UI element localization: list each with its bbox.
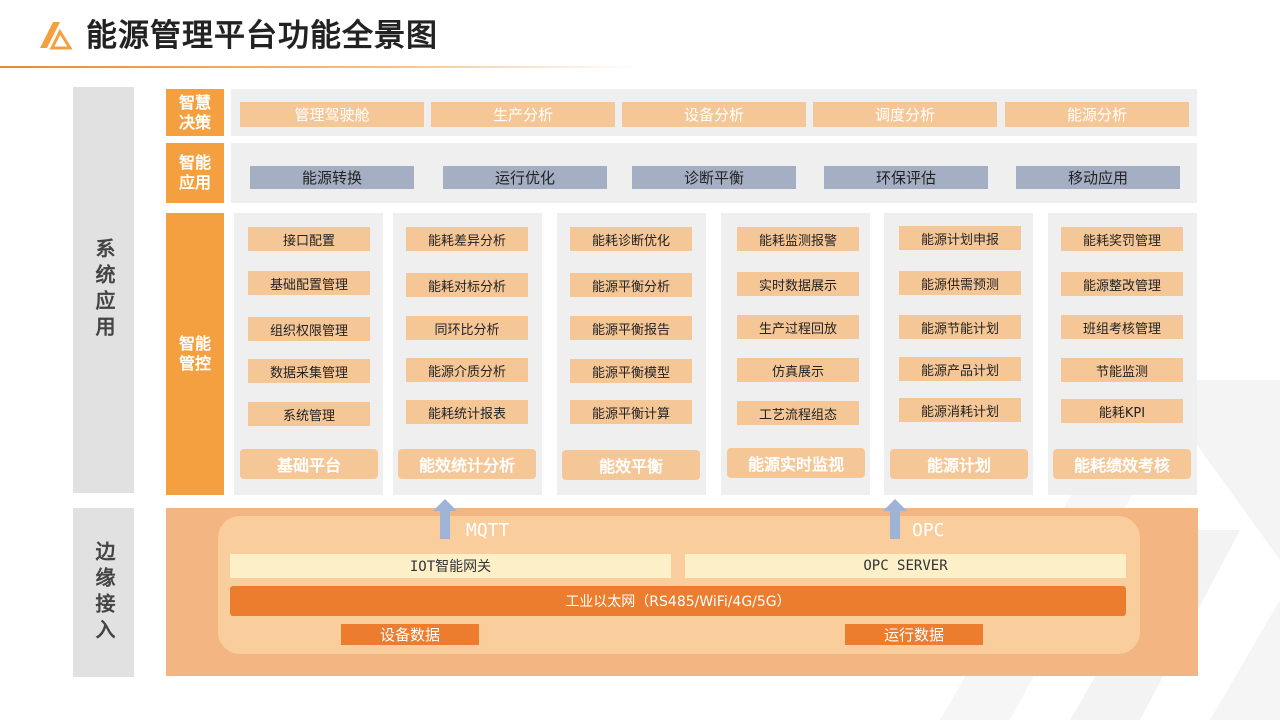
decision-chip-production[interactable]: 生产分析	[431, 102, 615, 127]
row-label-control: 智能管控	[166, 213, 224, 495]
column-0-item[interactable]: 系统管理	[248, 402, 370, 426]
column-3-item[interactable]: 实时数据展示	[737, 272, 859, 296]
logo-icon	[40, 22, 72, 50]
column-5-item[interactable]: 能耗奖罚管理	[1061, 227, 1183, 251]
column-1-item[interactable]: 同环比分析	[406, 316, 528, 340]
gateway-opc-server[interactable]: OPC SERVER	[685, 554, 1126, 578]
page-title: 能源管理平台功能全景图	[86, 18, 438, 54]
arrow-up-icon	[433, 499, 457, 539]
column-2-item[interactable]: 能源平衡报告	[570, 316, 692, 340]
column-4-item[interactable]: 能源消耗计划	[899, 398, 1021, 422]
side-label-edge-access-text: 边缘接入	[92, 540, 116, 645]
column-4-item[interactable]: 能源供需预测	[899, 271, 1021, 295]
column-2-item[interactable]: 能耗诊断优化	[570, 227, 692, 251]
column-5-item[interactable]: 能源整改管理	[1061, 272, 1183, 296]
header-divider	[0, 66, 640, 68]
column-5-item[interactable]: 班组考核管理	[1061, 315, 1183, 339]
column-2-title[interactable]: 能效平衡	[562, 450, 700, 480]
column-3-item[interactable]: 工艺流程组态	[737, 401, 859, 425]
protocol-label-mqtt: MQTT	[466, 520, 510, 541]
column-1-item[interactable]: 能耗对标分析	[406, 273, 528, 297]
side-label-system-app-text: 系统应用	[92, 238, 116, 342]
column-1-item[interactable]: 能源介质分析	[406, 358, 528, 382]
data-chip-equipment[interactable]: 设备数据	[341, 624, 479, 645]
decision-chip-cockpit[interactable]: 管理驾驶舱	[240, 102, 424, 127]
column-1-item[interactable]: 能耗统计报表	[406, 400, 528, 424]
column-2-item[interactable]: 能源平衡计算	[570, 400, 692, 424]
column-2-item[interactable]: 能源平衡模型	[570, 359, 692, 383]
column-5-item[interactable]: 能耗KPI	[1061, 399, 1183, 423]
column-0-item[interactable]: 基础配置管理	[248, 271, 370, 295]
side-label-system-app: 系统应用	[73, 87, 134, 493]
decision-chip-energy[interactable]: 能源分析	[1005, 102, 1189, 127]
column-3-title[interactable]: 能源实时监视	[727, 448, 865, 478]
app-chip-conversion[interactable]: 能源转换	[250, 166, 414, 189]
gateway-iot[interactable]: IOT智能网关	[230, 554, 671, 578]
column-0-item[interactable]: 接口配置	[248, 227, 370, 251]
column-1-title[interactable]: 能效统计分析	[398, 449, 536, 479]
industrial-ethernet-bar[interactable]: 工业以太网（RS485/WiFi/4G/5G）	[230, 586, 1126, 616]
decision-chip-dispatch[interactable]: 调度分析	[813, 102, 997, 127]
row-label-application: 智能应用	[166, 143, 224, 203]
column-4-item[interactable]: 能源节能计划	[899, 315, 1021, 339]
decision-chip-equipment[interactable]: 设备分析	[622, 102, 806, 127]
row-label-decision: 智慧决策	[166, 89, 224, 136]
column-3-item[interactable]: 能耗监测报警	[737, 227, 859, 251]
column-5-title[interactable]: 能耗绩效考核	[1053, 449, 1191, 479]
app-chip-environment[interactable]: 环保评估	[824, 166, 988, 189]
column-1-item[interactable]: 能耗差异分析	[406, 227, 528, 251]
column-0-item[interactable]: 组织权限管理	[248, 317, 370, 341]
column-4-title[interactable]: 能源计划	[890, 449, 1028, 479]
protocol-label-opc: OPC	[912, 520, 945, 541]
arrow-up-icon	[883, 499, 907, 539]
column-0-item[interactable]: 数据采集管理	[248, 359, 370, 383]
column-3-item[interactable]: 仿真展示	[737, 358, 859, 382]
column-0-title[interactable]: 基础平台	[240, 449, 378, 479]
column-3-item[interactable]: 生产过程回放	[737, 315, 859, 339]
app-chip-mobile[interactable]: 移动应用	[1016, 166, 1180, 189]
column-2-item[interactable]: 能源平衡分析	[570, 273, 692, 297]
data-chip-operation[interactable]: 运行数据	[845, 624, 983, 645]
column-4-item[interactable]: 能源产品计划	[899, 357, 1021, 381]
side-label-edge-access: 边缘接入	[73, 508, 134, 677]
app-chip-diagnosis[interactable]: 诊断平衡	[632, 166, 796, 189]
column-5-item[interactable]: 节能监测	[1061, 358, 1183, 382]
column-4-item[interactable]: 能源计划申报	[899, 226, 1021, 250]
app-chip-optimization[interactable]: 运行优化	[443, 166, 607, 189]
